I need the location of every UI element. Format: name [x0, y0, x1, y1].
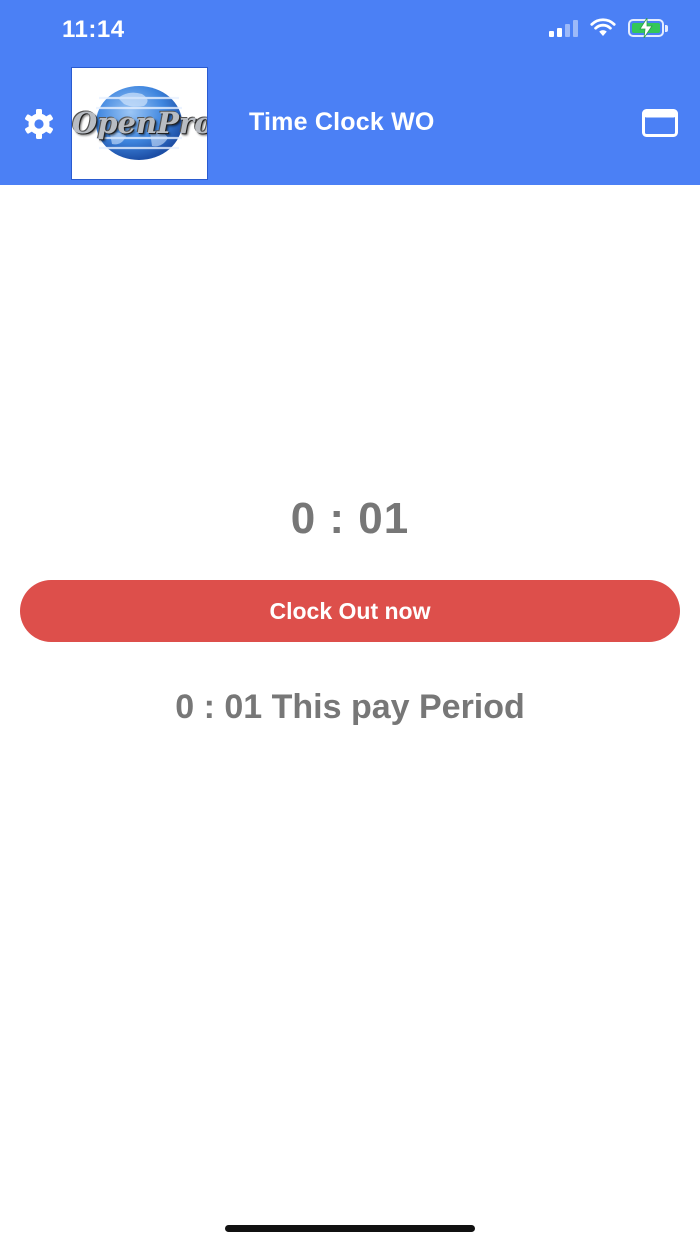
- battery-cap: [665, 25, 668, 32]
- battery-charging-icon: [628, 18, 668, 38]
- wifi-icon: [590, 18, 616, 36]
- gear-icon: [25, 109, 53, 139]
- calendar-icon: [642, 109, 678, 137]
- charging-bolt-icon: [639, 18, 653, 38]
- page-title: Time Clock WO: [249, 108, 435, 136]
- time-clock-screen: 11:14 OpenPro Time Clock WO 0: 01 Clock…: [0, 0, 700, 1244]
- pay-period-summary: 0 : 01 This pay Period: [175, 688, 525, 726]
- settings-button[interactable]: [22, 107, 56, 141]
- app-header: 11:14 OpenPro Time Clock WO: [0, 0, 700, 185]
- home-indicator[interactable]: [225, 1225, 475, 1232]
- elapsed-time: 0 : 01: [290, 494, 410, 543]
- status-time: 11:14: [62, 16, 125, 43]
- clock-out-button[interactable]: Clock Out now: [20, 580, 680, 642]
- logo-wordmark: OpenPro: [72, 106, 208, 140]
- calendar-button[interactable]: [642, 109, 678, 137]
- cellular-signal-icon: [549, 19, 578, 37]
- status-icons: [549, 18, 668, 38]
- openpro-logo: OpenPro: [71, 67, 208, 180]
